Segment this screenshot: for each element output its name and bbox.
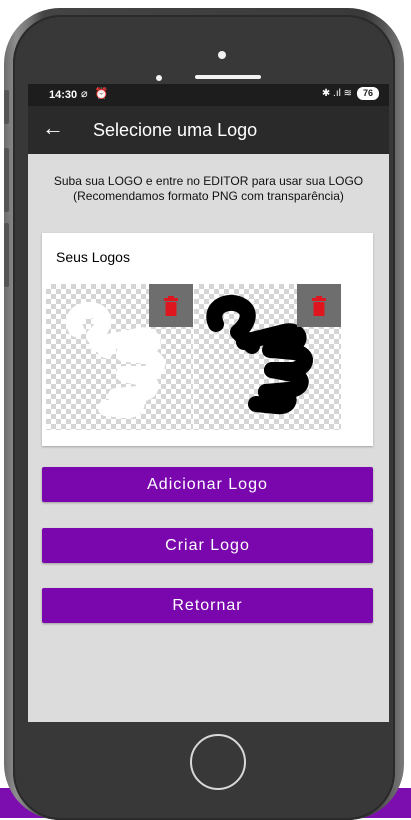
delete-logo-button[interactable] (149, 284, 193, 327)
home-button[interactable] (190, 734, 246, 790)
side-button (4, 90, 9, 124)
signal-wifi-icons: ✱ .ıl ≋ (321, 88, 352, 99)
logo-item[interactable] (46, 284, 193, 430)
status-time: 14:30 (49, 89, 78, 101)
info-line-2: (Recomendamos formato PNG com transparên… (73, 189, 344, 203)
logos-card-title: Seus Logos (56, 249, 130, 265)
add-logo-button[interactable]: Adicionar Logo (42, 467, 373, 502)
trash-icon (312, 295, 326, 316)
back-arrow-icon[interactable]: ← (42, 116, 64, 140)
side-button (4, 223, 9, 287)
delete-logo-button[interactable] (297, 284, 341, 327)
front-camera (218, 51, 226, 59)
logo-item[interactable] (194, 284, 341, 430)
notification-icons: ⌀ ⏰ (81, 88, 111, 100)
info-line-1: Suba sua LOGO e entre no EDITOR para usa… (53, 174, 364, 188)
page-title: Selecione uma Logo (93, 120, 258, 140)
app-screen: 14:30 ⌀ ⏰ ✱ .ıl ≋ 76 ← Selecione uma Log… (28, 84, 389, 722)
proximity-sensor (156, 75, 162, 81)
info-text: Suba sua LOGO e entre no EDITOR para usa… (28, 174, 389, 204)
side-button (4, 148, 9, 212)
status-right-icons: ✱ .ıl ≋ 76 (322, 87, 379, 100)
app-bar: ← Selecione uma Logo (28, 106, 389, 154)
battery-icon: 76 (356, 87, 379, 100)
logos-card: Seus Logos (42, 233, 373, 446)
earpiece-speaker (195, 75, 261, 79)
status-bar: 14:30 ⌀ ⏰ ✱ .ıl ≋ 76 (28, 84, 389, 106)
return-button[interactable]: Retornar (42, 588, 373, 623)
trash-icon (164, 295, 178, 316)
create-logo-button[interactable]: Criar Logo (42, 528, 373, 563)
